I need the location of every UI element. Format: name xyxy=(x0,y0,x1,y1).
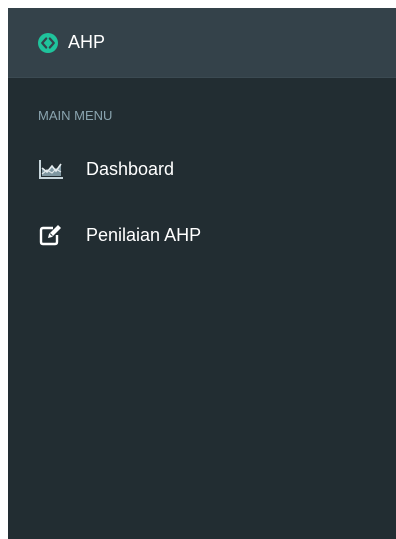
area-chart-icon xyxy=(38,158,64,180)
section-header-main-menu: MAIN MENU xyxy=(38,108,113,123)
sidebar-item-dashboard[interactable]: Dashboard xyxy=(8,136,396,202)
brand-title: AHP xyxy=(68,32,106,52)
logo-icon xyxy=(38,32,58,53)
brand-header[interactable]: AHP xyxy=(8,8,396,78)
edit-icon xyxy=(38,224,64,246)
sidebar-item-penilaian-ahp[interactable]: Penilaian AHP xyxy=(8,202,396,268)
sidebar-item-label: Dashboard xyxy=(86,158,175,179)
sidebar-item-label: Penilaian AHP xyxy=(86,224,202,245)
sidebar: AHP MAIN MENU Dashboard Penilaian AHP xyxy=(8,8,396,539)
sidebar-menu: Dashboard Penilaian AHP xyxy=(8,136,396,268)
